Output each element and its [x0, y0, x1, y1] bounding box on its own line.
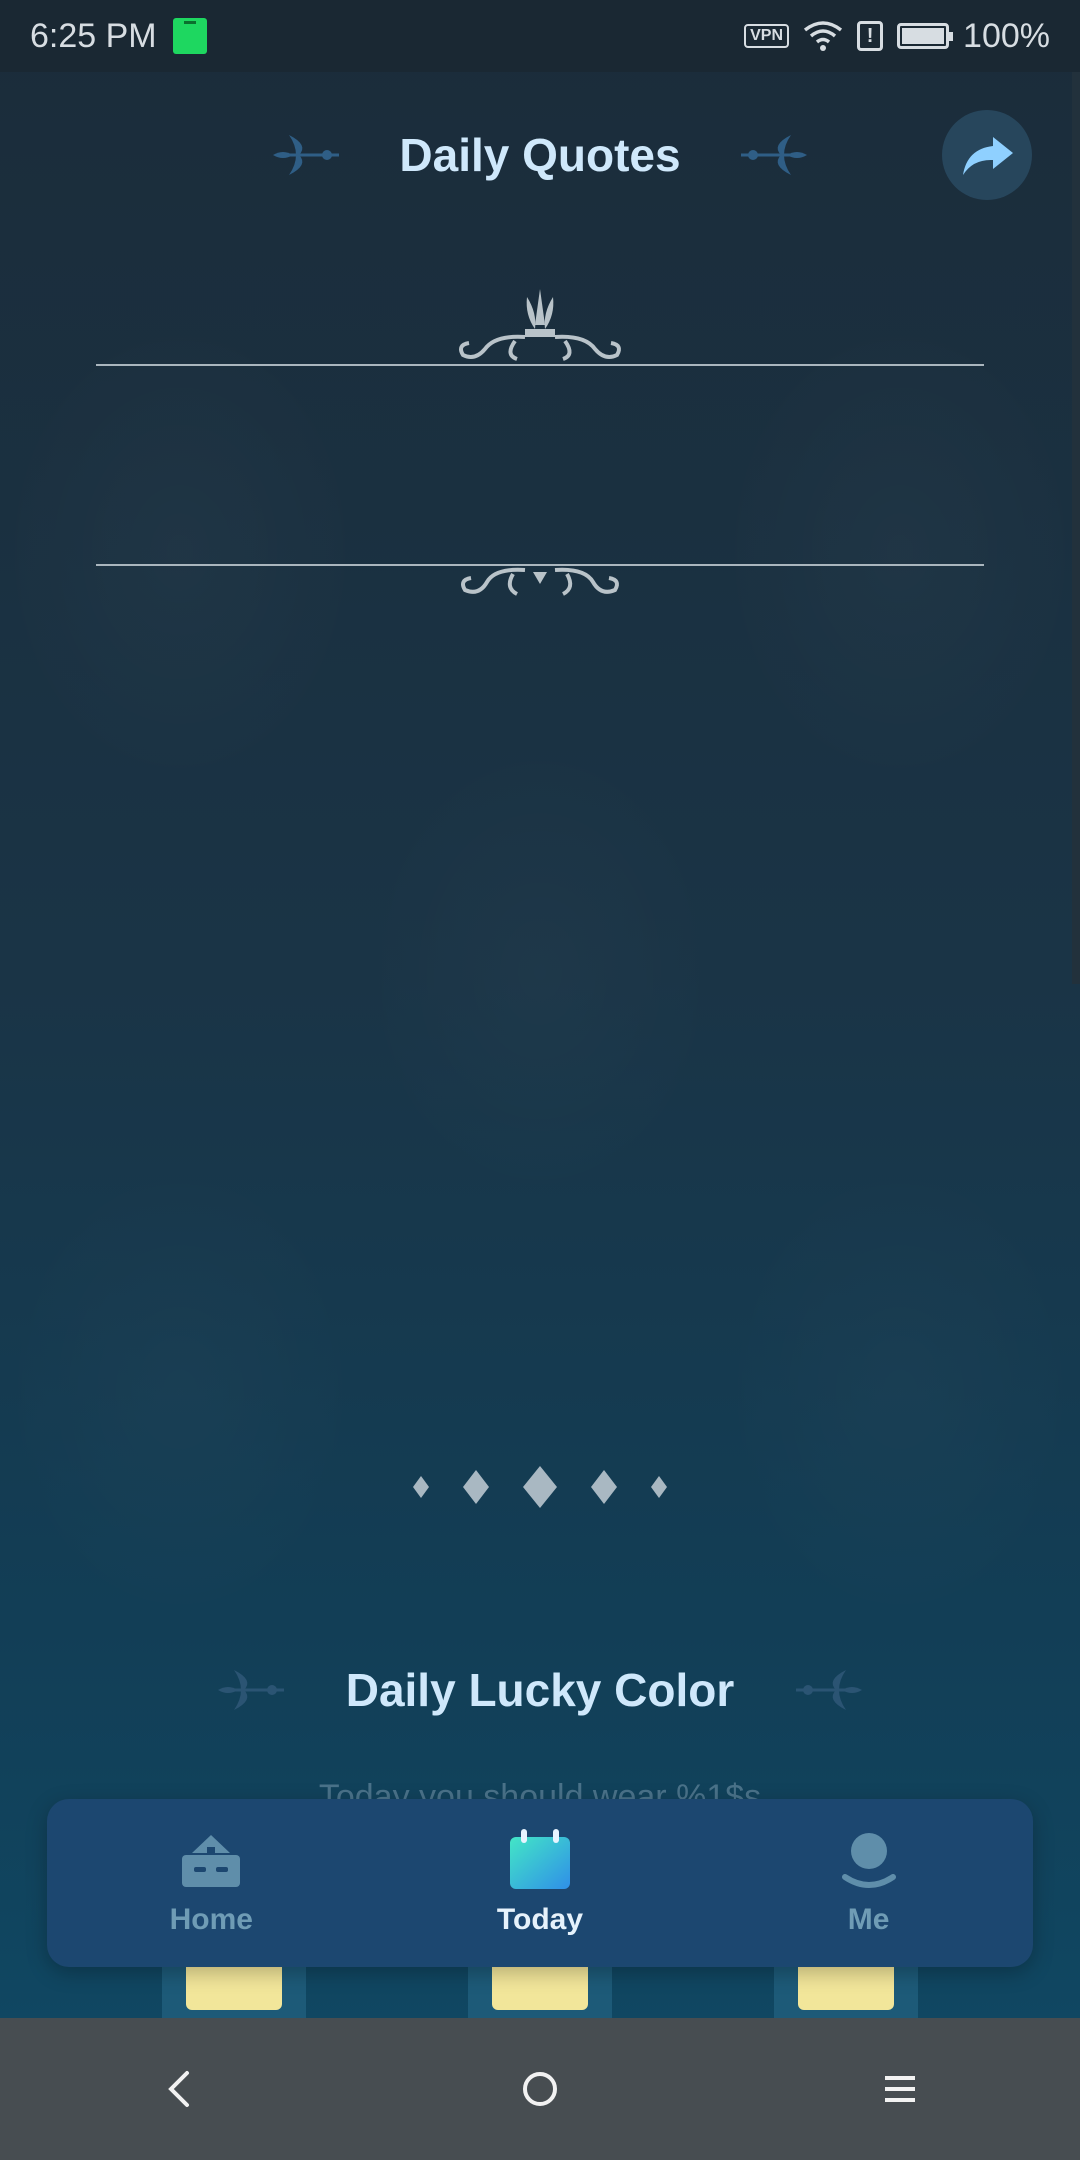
status-time: 6:25 PM: [30, 16, 157, 55]
diamond-icon: [591, 1470, 617, 1504]
tab-today-label: Today: [496, 1903, 584, 1936]
bottom-tab-bar: Home Today Me: [47, 1799, 1033, 1967]
vpn-icon: VPN: [744, 24, 790, 48]
menu-button[interactable]: [850, 2039, 950, 2139]
diamond-icon: [413, 1476, 429, 1498]
home-nav-button[interactable]: [490, 2039, 590, 2139]
notification-icon: [172, 18, 207, 54]
status-right: VPN ! 100%: [744, 17, 1050, 56]
profile-icon: [834, 1829, 904, 1893]
header: Daily Quotes: [0, 110, 1080, 200]
tab-me[interactable]: Me: [749, 1829, 989, 1937]
flourish-right-icon: [740, 135, 807, 175]
color-swatch[interactable]: [186, 1960, 282, 2010]
battery-percent: 100%: [963, 16, 1050, 55]
share-button[interactable]: [942, 110, 1032, 200]
tab-today[interactable]: Today: [420, 1829, 660, 1937]
page-title: Daily Quotes: [399, 129, 681, 181]
home-icon: [176, 1829, 246, 1893]
calendar-icon: [505, 1829, 575, 1893]
diamond-divider: [0, 1462, 1080, 1512]
flourish-left-icon: [217, 1670, 284, 1710]
status-bar: 6:25 PM VPN ! 100%: [0, 0, 1080, 72]
status-left: 6:25 PM: [30, 17, 207, 56]
home-circle-icon: [523, 2072, 557, 2106]
share-arrow-icon: [963, 137, 1013, 175]
color-swatch[interactable]: [492, 1960, 588, 2010]
battery-icon: [897, 23, 954, 49]
flourish-right-icon: [796, 1670, 863, 1710]
wifi-icon: [803, 21, 843, 51]
top-ornament-icon: [459, 289, 621, 361]
back-button[interactable]: [130, 2039, 230, 2139]
diamond-icon: [463, 1470, 489, 1504]
tab-home-label: Home: [169, 1903, 253, 1936]
alert-icon: !: [857, 21, 884, 51]
quote-frame-top-line: [96, 364, 984, 366]
system-nav-bar: [0, 2018, 1080, 2160]
diamond-icon: [651, 1476, 667, 1498]
menu-icon: [885, 2076, 915, 2102]
lucky-color-header: Daily Lucky Color: [0, 1650, 1080, 1730]
tab-me-label: Me: [847, 1903, 890, 1936]
color-swatch[interactable]: [798, 1960, 894, 2010]
back-icon: [168, 2071, 189, 2107]
diamond-icon: [523, 1466, 557, 1508]
lucky-color-title: Daily Lucky Color: [345, 1664, 735, 1716]
bottom-ornament-icon: [461, 567, 619, 596]
flourish-left-icon: [273, 135, 340, 175]
scrollbar[interactable]: [1072, 72, 1080, 984]
tab-home[interactable]: Home: [91, 1829, 331, 1937]
